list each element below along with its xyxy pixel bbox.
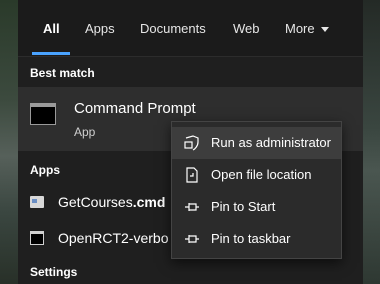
pin-icon bbox=[185, 203, 199, 211]
best-match-subtitle: App bbox=[74, 125, 96, 139]
command-prompt-icon bbox=[30, 103, 56, 125]
menu-item-label: Pin to taskbar bbox=[211, 231, 291, 246]
menu-item-label: Run as administrator bbox=[211, 135, 331, 150]
best-match-title: Command Prompt bbox=[74, 100, 196, 117]
tab-more-label: More bbox=[285, 21, 315, 36]
menu-item-label: Open file location bbox=[211, 167, 312, 182]
file-location-icon bbox=[186, 167, 198, 183]
desktop-background-left bbox=[0, 0, 18, 284]
tab-apps[interactable]: Apps bbox=[85, 21, 115, 37]
tab-all[interactable]: All bbox=[43, 21, 60, 37]
menu-item-pin-to-start[interactable]: Pin to Start bbox=[172, 191, 341, 223]
menu-item-run-as-administrator[interactable]: Run as administrator bbox=[172, 127, 341, 159]
menu-item-pin-to-taskbar[interactable]: Pin to taskbar bbox=[172, 223, 341, 255]
script-file-icon bbox=[30, 196, 44, 208]
menu-item-label: Pin to Start bbox=[211, 199, 276, 214]
app-item-label: OpenRCT2-verbo bbox=[58, 230, 169, 246]
app-item-label: GetCourses.cmd bbox=[58, 194, 166, 210]
tab-documents[interactable]: Documents bbox=[140, 21, 206, 37]
settings-heading: Settings bbox=[30, 265, 78, 279]
terminal-icon bbox=[30, 231, 44, 245]
menu-item-open-file-location[interactable]: Open file location bbox=[172, 159, 341, 191]
pin-icon bbox=[185, 235, 199, 243]
context-menu: Run as administrator Open file location … bbox=[171, 121, 342, 259]
chevron-down-icon bbox=[320, 27, 329, 33]
shield-icon bbox=[184, 135, 199, 151]
best-match-heading: Best match bbox=[30, 66, 95, 80]
desktop-background-right bbox=[363, 0, 380, 284]
tab-web[interactable]: Web bbox=[233, 21, 260, 37]
search-tab-bar: All Apps Documents Web More bbox=[18, 0, 363, 57]
apps-heading: Apps bbox=[30, 163, 60, 177]
tab-more[interactable]: More bbox=[285, 21, 329, 37]
active-tab-indicator bbox=[32, 52, 70, 55]
